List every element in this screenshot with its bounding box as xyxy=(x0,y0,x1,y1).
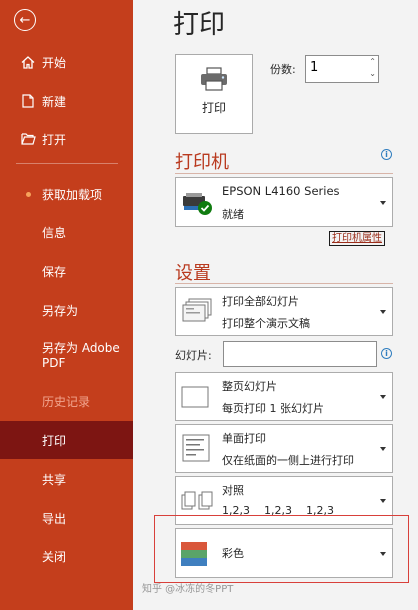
sidebar-item-home[interactable]: 开始 xyxy=(0,45,133,79)
sidebar-item-label: 关闭 xyxy=(42,549,67,564)
new-document-icon xyxy=(18,94,38,108)
printer-icon xyxy=(199,67,229,95)
slides-label: 幻灯片: xyxy=(175,349,212,362)
sidebar-item-print[interactable]: 打印 xyxy=(0,421,133,459)
sidebar-item-label: 共享 xyxy=(42,472,67,487)
sidebar-item-open[interactable]: 打开 xyxy=(0,122,133,156)
info-icon[interactable]: i xyxy=(381,149,392,160)
sidebar-item-label: 获取加载项 xyxy=(42,187,103,202)
sidebar-item-close[interactable]: 关闭 xyxy=(0,539,133,573)
sidebar-divider xyxy=(16,163,118,164)
spin-up-icon[interactable]: ⌃ xyxy=(369,57,376,66)
chevron-down-icon xyxy=(380,447,386,451)
print-pane: 打印 打印 份数: ⌃ ⌄ 打印机 i EP xyxy=(133,0,418,610)
settings-section-heading: 设置 xyxy=(175,263,211,284)
sidebar-item-export[interactable]: 导出 xyxy=(0,501,133,535)
print-button-label: 打印 xyxy=(201,101,226,115)
sidebar-item-label: 打开 xyxy=(42,132,67,147)
home-icon xyxy=(18,55,38,69)
printer-section-heading: 打印机 xyxy=(175,152,229,173)
print-button[interactable]: 打印 xyxy=(175,54,253,134)
collate-icon xyxy=(181,489,215,517)
spin-down-icon[interactable]: ⌄ xyxy=(369,69,376,78)
slides-stack-icon xyxy=(181,298,213,328)
section-divider xyxy=(175,173,393,174)
back-arrow-icon[interactable]: ← xyxy=(14,9,36,31)
sidebar-item-label: 导出 xyxy=(42,511,67,526)
sidebar-item-label: 开始 xyxy=(42,55,67,70)
sidebar-item-label: 另存为 xyxy=(42,303,79,318)
sidebar-item-label: 历史记录 xyxy=(42,394,91,409)
printer-name: EPSON L4160 Series xyxy=(222,184,340,198)
notification-dot-icon xyxy=(18,191,38,197)
chevron-down-icon xyxy=(380,499,386,503)
sidebar-item-save-as[interactable]: 另存为 xyxy=(0,293,133,327)
print-sides-subtitle: 仅在纸面的一侧上进行打印 xyxy=(222,454,354,467)
layout-select[interactable]: 整页幻灯片 每页打印 1 张幻灯片 xyxy=(175,372,393,421)
layout-subtitle: 每页打印 1 张幻灯片 xyxy=(222,402,324,415)
sidebar-item-history: 历史记录 xyxy=(0,384,133,418)
single-sided-icon xyxy=(181,433,213,467)
slides-text-field[interactable] xyxy=(224,342,380,368)
copies-label: 份数: xyxy=(270,63,296,76)
printer-status: 就绪 xyxy=(222,208,244,221)
slides-input[interactable] xyxy=(223,341,380,368)
sidebar-item-label: 保存 xyxy=(42,264,67,279)
slide-range-subtitle: 打印整个演示文稿 xyxy=(222,317,310,330)
full-page-slide-icon xyxy=(181,386,209,412)
copies-stepper[interactable]: ⌃ ⌄ xyxy=(305,55,379,83)
sidebar-item-save[interactable]: 保存 xyxy=(0,254,133,288)
sidebar-item-label: 新建 xyxy=(42,94,67,109)
info-icon[interactable]: i xyxy=(381,348,392,359)
watermark: 知乎 @冰冻的冬PPT xyxy=(142,584,234,595)
chevron-down-icon xyxy=(380,395,386,399)
backstage-sidebar: ← 开始 新建 打开 获取加载项 信息 保存 另存为 另存为 Adobe PDF xyxy=(0,0,133,610)
sidebar-item-label: 打印 xyxy=(42,433,67,448)
chevron-down-icon xyxy=(380,310,386,314)
open-folder-icon xyxy=(18,133,38,145)
chevron-down-icon xyxy=(380,201,386,205)
layout-title: 整页幻灯片 xyxy=(222,380,277,393)
printer-properties-link[interactable]: 打印机属性 xyxy=(329,231,385,246)
annotation-highlight-box xyxy=(154,515,409,583)
page-title: 打印 xyxy=(173,10,226,40)
print-sides-select[interactable]: 单面打印 仅在纸面的一侧上进行打印 xyxy=(175,424,393,473)
slide-range-title: 打印全部幻灯片 xyxy=(222,295,299,308)
copies-input[interactable] xyxy=(310,60,360,75)
section-divider xyxy=(175,283,393,284)
printer-ready-icon xyxy=(181,192,215,220)
sidebar-item-label: 另存为 Adobe PDF xyxy=(42,341,120,370)
slide-range-select[interactable]: 打印全部幻灯片 打印整个演示文稿 xyxy=(175,287,393,336)
sidebar-item-new[interactable]: 新建 xyxy=(0,84,133,118)
sidebar-item-label: 信息 xyxy=(42,225,67,240)
collate-title: 对照 xyxy=(222,484,244,497)
sidebar-item-share[interactable]: 共享 xyxy=(0,462,133,496)
printer-select[interactable]: EPSON L4160 Series 就绪 xyxy=(175,177,393,227)
sidebar-item-save-as-adobe-pdf[interactable]: 另存为 Adobe PDF xyxy=(0,336,133,376)
sidebar-item-info[interactable]: 信息 xyxy=(0,215,133,249)
print-sides-title: 单面打印 xyxy=(222,432,266,445)
sidebar-item-get-addins[interactable]: 获取加载项 xyxy=(0,177,133,211)
